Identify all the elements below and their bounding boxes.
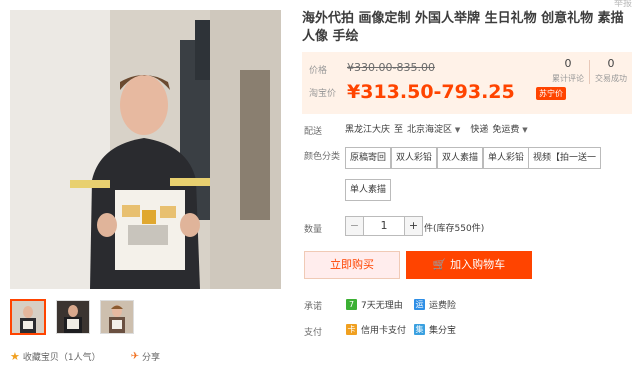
chevron-down-icon: ▼ xyxy=(454,126,461,134)
review-count-number: 0 xyxy=(564,57,572,70)
ship-fee-selector[interactable]: 免运费 ▼ xyxy=(492,122,527,135)
cart-icon: 🛒 xyxy=(432,258,447,271)
option-video[interactable]: 视频【拍一送一 xyxy=(528,147,602,169)
payment-label: 支付 xyxy=(304,328,323,338)
thumbnail-strip xyxy=(10,299,134,335)
quantity-label: 数量 xyxy=(304,225,323,235)
sales-count-number: 0 xyxy=(607,57,615,70)
review-count-label: 累计评论 xyxy=(552,74,584,83)
sales-count[interactable]: 0 交易成功 xyxy=(591,57,631,84)
promise-label: 承诺 xyxy=(304,302,323,312)
ship-to-selector[interactable]: 北京海淀区 ▼ xyxy=(407,122,460,135)
shipping-label: 配送 xyxy=(304,127,323,137)
current-price: ¥313.50-793.25 xyxy=(347,81,515,103)
stock-info: 件(库存550件) xyxy=(424,224,485,234)
original-price-label: 价格 xyxy=(309,66,328,76)
promise-7day-label: 7天无理由 xyxy=(361,301,403,311)
chevron-down-icon: ▼ xyxy=(522,126,528,134)
credit-card-label: 信用卡支付 xyxy=(361,326,407,336)
social-actions: ★ 收藏宝贝（1人气） ✈ 分享 xyxy=(10,350,160,363)
freight-insurance-label: 运费险 xyxy=(429,301,457,311)
buy-now-button[interactable]: 立即购买 xyxy=(304,251,400,279)
ship-method: 快递 xyxy=(470,125,489,135)
decrease-button[interactable]: − xyxy=(345,216,364,236)
credit-card-icon: 卡 xyxy=(346,324,357,335)
favorite-button[interactable]: ★ 收藏宝贝（1人气） xyxy=(10,350,101,363)
option-double-color-pencil[interactable]: 双人彩铅 xyxy=(391,147,438,169)
main-product-photo xyxy=(10,10,281,289)
option-original-return[interactable]: 原稿寄回 xyxy=(345,147,392,169)
pay-credit-card[interactable]: 卡 信用卡支付 xyxy=(346,323,406,336)
seven-day-icon: 7 xyxy=(346,299,357,310)
thumbnail-2[interactable] xyxy=(56,300,90,334)
stat-divider xyxy=(589,60,590,84)
share-icon: ✈ xyxy=(130,351,139,362)
ship-from: 黑龙江大庆 xyxy=(345,125,391,135)
quantity-stepper: − 1 + xyxy=(345,216,423,236)
current-price-label: 淘宝价 xyxy=(309,89,337,99)
favorite-label: 收藏宝贝（1人气） xyxy=(22,353,101,363)
price-box: 价格 ¥330.00-835.00 淘宝价 ¥313.50-793.25 苏宁价… xyxy=(302,52,632,114)
promise-7day[interactable]: 7 7天无理由 xyxy=(346,298,403,311)
freight-insurance-icon: 运 xyxy=(414,299,425,310)
add-to-cart-label: 加入购物车 xyxy=(450,258,506,271)
ship-to: 北京海淀区 xyxy=(407,125,453,135)
ship-fee: 免运费 xyxy=(492,125,520,135)
share-button[interactable]: ✈ 分享 xyxy=(131,350,160,363)
add-to-cart-button[interactable]: 🛒 加入购物车 xyxy=(406,251,532,279)
option-single-color-pencil[interactable]: 单人彩铅 xyxy=(483,147,530,169)
thumbnail-1[interactable] xyxy=(10,299,46,335)
increase-button[interactable]: + xyxy=(404,216,423,236)
ship-to-word: 至 xyxy=(394,125,404,135)
option-single-sketch[interactable]: 单人素描 xyxy=(345,179,392,201)
shipping-info: 黑龙江大庆 至 北京海淀区 ▼ 快递 免运费 ▼ xyxy=(345,122,528,135)
points-label: 集分宝 xyxy=(429,326,457,336)
thumbnail-3[interactable] xyxy=(100,300,134,334)
report-link[interactable]: 举报 xyxy=(614,0,632,9)
original-price: ¥330.00-835.00 xyxy=(347,61,435,74)
option-double-sketch[interactable]: 双人素描 xyxy=(437,147,484,169)
points-icon: 集 xyxy=(414,324,425,335)
product-title: 海外代拍 画像定制 外国人举牌 生日礼物 创意礼物 素描人像 手绘 xyxy=(302,11,624,44)
promise-freight-insurance[interactable]: 运 运费险 xyxy=(414,298,456,311)
share-label: 分享 xyxy=(142,353,161,363)
review-count[interactable]: 0 累计评论 xyxy=(548,57,588,84)
sales-count-label: 交易成功 xyxy=(595,74,627,83)
color-label: 颜色分类 xyxy=(304,152,341,162)
star-icon: ★ xyxy=(10,350,20,363)
promo-badge[interactable]: 苏宁价 xyxy=(536,87,566,100)
quantity-input[interactable]: 1 xyxy=(364,216,404,236)
pay-points[interactable]: 集 集分宝 xyxy=(414,323,456,336)
